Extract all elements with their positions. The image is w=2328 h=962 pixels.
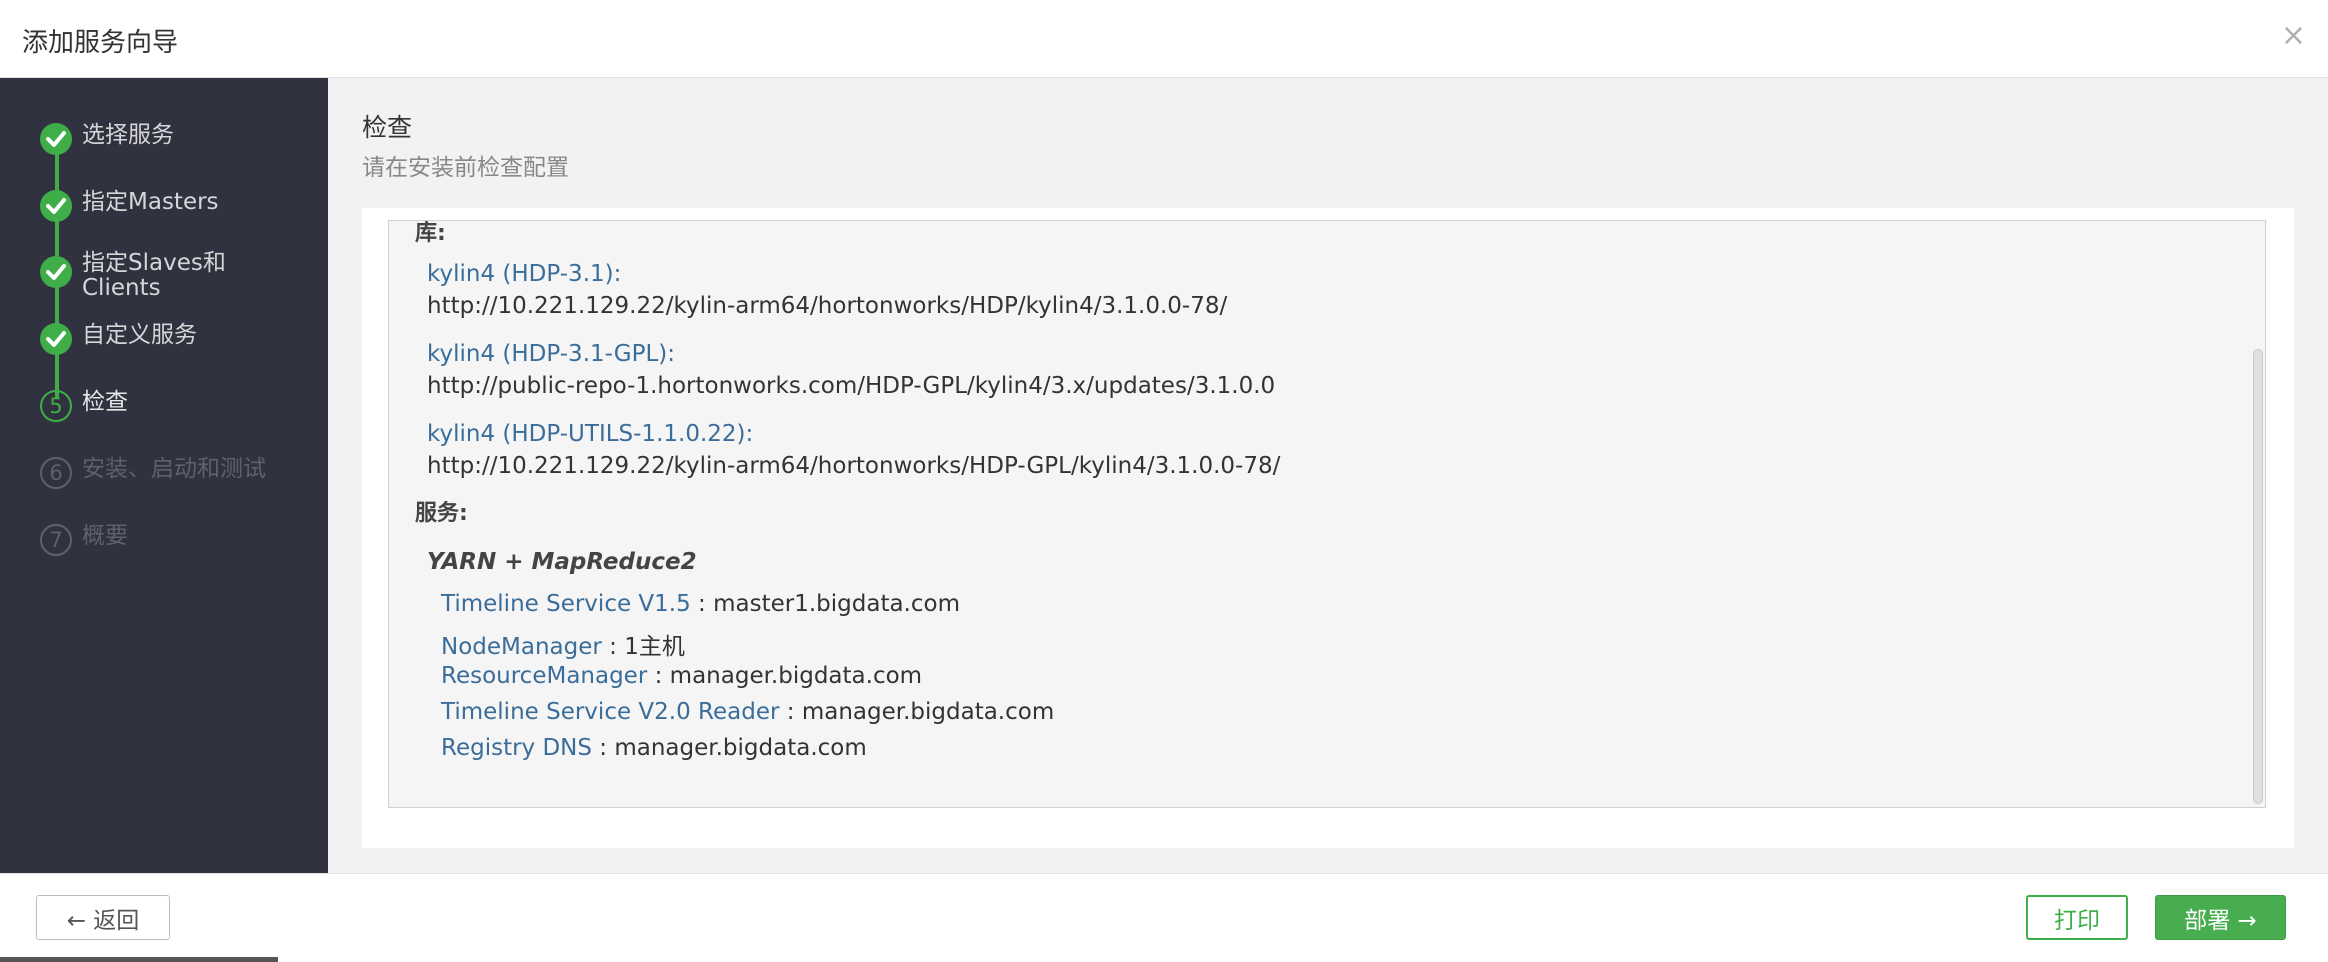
main-content: 检查 请在安装前检查配置 库: kylin4 (HDP-3.1): http:/… bbox=[328, 78, 2328, 873]
component-host: manager.bigdata.com bbox=[614, 735, 867, 761]
component-host: manager.bigdata.com bbox=[801, 699, 1055, 725]
step-label: 指定Slaves和 Clients bbox=[82, 250, 226, 301]
print-button[interactable]: 打印 bbox=[2026, 895, 2128, 940]
step-label: 自定义服务 bbox=[82, 322, 197, 348]
component-row: Registry DNS : manager.bigdata.com bbox=[441, 735, 867, 761]
check-icon bbox=[40, 256, 72, 288]
component-sep: : bbox=[690, 591, 714, 617]
modal-footer: ← 返回 打印 部署 → bbox=[0, 873, 2328, 962]
component-name: ResourceManager bbox=[441, 663, 648, 689]
check-icon bbox=[40, 190, 72, 222]
component-sep: : bbox=[779, 699, 802, 725]
component-row: Timeline Service V1.5 : master1.bigdata.… bbox=[441, 591, 960, 617]
wizard-steps-sidebar: 选择服务 指定Masters 指定Slaves和 Clients 自定义服务 5… bbox=[0, 78, 328, 873]
component-name: NodeManager bbox=[441, 634, 602, 660]
scrollbar-thumb[interactable] bbox=[2253, 349, 2263, 804]
services-heading: 服务: bbox=[415, 501, 468, 526]
step-label: 选择服务 bbox=[82, 122, 174, 148]
check-icon bbox=[40, 123, 72, 155]
window-edge-strip bbox=[0, 957, 278, 962]
component-name: Registry DNS bbox=[441, 735, 592, 761]
component-host: manager.bigdata.com bbox=[669, 663, 923, 689]
page-title: 检查 bbox=[362, 113, 413, 142]
step-number-icon: 7 bbox=[40, 524, 72, 556]
step-label: 指定Masters bbox=[82, 189, 219, 215]
component-host: 1主机 bbox=[624, 634, 685, 660]
deploy-button[interactable]: 部署 → bbox=[2155, 895, 2286, 940]
step-customize-services[interactable]: 自定义服务 bbox=[40, 323, 282, 355]
review-panel: 库: kylin4 (HDP-3.1): http://10.221.129.2… bbox=[362, 208, 2294, 848]
component-sep: : bbox=[591, 735, 615, 761]
service-name: YARN + MapReduce2 bbox=[427, 549, 697, 575]
check-icon bbox=[40, 323, 72, 355]
component-row: ResourceManager : manager.bigdata.com bbox=[441, 663, 922, 689]
close-icon[interactable]: × bbox=[2281, 18, 2306, 53]
component-row: NodeManager : 1主机 bbox=[441, 627, 685, 661]
step-install-start-test: 6 安装、启动和测试 bbox=[40, 457, 282, 489]
step-assign-masters[interactable]: 指定Masters bbox=[40, 190, 282, 222]
repo-url: http://10.221.129.22/kylin-arm64/hortonw… bbox=[427, 453, 1281, 479]
repo-url: http://10.221.129.22/kylin-arm64/hortonw… bbox=[427, 293, 1228, 319]
component-name: Timeline Service V2.0 Reader bbox=[441, 699, 780, 725]
step-select-services[interactable]: 选择服务 bbox=[40, 123, 282, 155]
repo-name: kylin4 (HDP-3.1): bbox=[427, 261, 622, 287]
repo-name: kylin4 (HDP-UTILS-1.1.0.22): bbox=[427, 421, 754, 447]
step-assign-slaves[interactable]: 指定Slaves和 Clients bbox=[40, 251, 282, 301]
repo-url: http://public-repo-1.hortonworks.com/HDP… bbox=[427, 373, 1276, 399]
step-label: 安装、启动和测试 bbox=[82, 456, 266, 482]
review-scroll-area[interactable]: 库: kylin4 (HDP-3.1): http://10.221.129.2… bbox=[388, 220, 2266, 808]
wizard-title: 添加服务向导 bbox=[22, 28, 179, 58]
modal-header: 添加服务向导 × bbox=[0, 0, 2328, 78]
repo-name: kylin4 (HDP-3.1-GPL): bbox=[427, 341, 676, 367]
step-summary: 7 概要 bbox=[40, 524, 282, 556]
repos-heading: 库: bbox=[415, 221, 446, 246]
step-label: 概要 bbox=[82, 523, 128, 549]
step-review[interactable]: 5 检查 bbox=[40, 390, 282, 422]
component-host: master1.bigdata.com bbox=[713, 591, 960, 617]
component-sep: : bbox=[647, 663, 670, 689]
step-number-icon: 6 bbox=[40, 457, 72, 489]
back-button[interactable]: ← 返回 bbox=[36, 895, 170, 940]
step-number-icon: 5 bbox=[40, 390, 72, 422]
component-row: Timeline Service V2.0 Reader : manager.b… bbox=[441, 699, 1054, 725]
component-sep: : bbox=[601, 634, 625, 660]
step-label: 检查 bbox=[82, 389, 128, 415]
component-name: Timeline Service V1.5 bbox=[441, 591, 691, 617]
page-subtitle: 请在安装前检查配置 bbox=[362, 155, 569, 181]
